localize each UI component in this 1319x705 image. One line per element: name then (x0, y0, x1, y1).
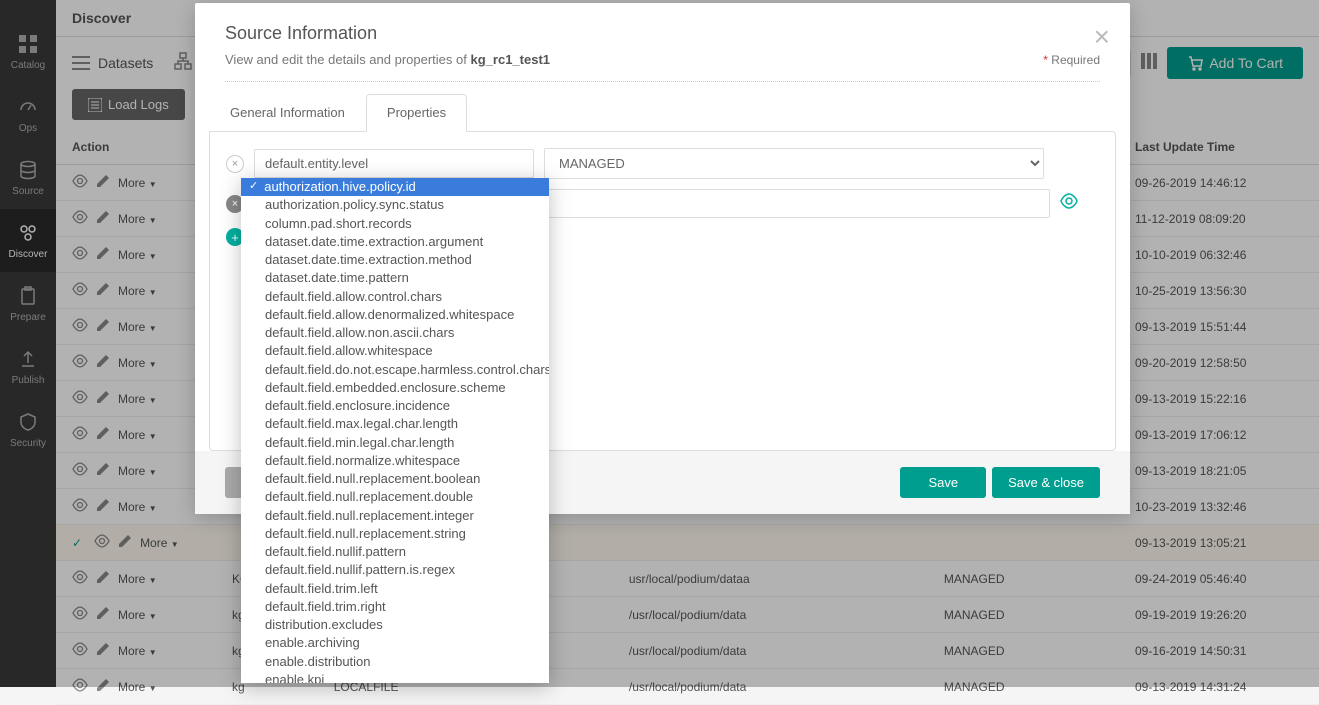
dropdown-item[interactable]: default.field.nullif.pattern (241, 543, 549, 561)
dropdown-item[interactable]: ✓authorization.hive.policy.id (241, 178, 549, 196)
dropdown-item[interactable]: dataset.date.time.pattern (241, 269, 549, 287)
dropdown-item[interactable]: default.field.trim.left (241, 580, 549, 598)
property-key-input[interactable] (254, 149, 534, 178)
dropdown-item[interactable]: enable.archiving (241, 634, 549, 652)
close-icon[interactable]: × (1094, 23, 1110, 51)
remove-button[interactable]: × (226, 155, 244, 173)
dropdown-item[interactable]: default.field.allow.control.chars (241, 288, 549, 306)
required-label: * Required (1043, 53, 1100, 67)
modal-tabs: General Information Properties (195, 94, 1130, 131)
dropdown-item[interactable]: default.field.null.replacement.string (241, 525, 549, 543)
dropdown-item[interactable]: default.field.do.not.escape.harmless.con… (241, 361, 549, 379)
dropdown-item[interactable]: default.field.normalize.whitespace (241, 452, 549, 470)
dropdown-item[interactable]: default.field.embedded.enclosure.scheme (241, 379, 549, 397)
tab-properties[interactable]: Properties (366, 94, 467, 132)
save-button[interactable]: Save (900, 467, 986, 498)
dropdown-item[interactable]: default.field.null.replacement.integer (241, 507, 549, 525)
property-row: × MANAGED (226, 148, 1099, 179)
dropdown-item[interactable]: default.field.nullif.pattern.is.regex (241, 561, 549, 579)
dropdown-item[interactable]: enable.kpi (241, 671, 549, 683)
dropdown-item[interactable]: default.field.null.replacement.double (241, 488, 549, 506)
check-icon: ✓ (249, 180, 258, 194)
dropdown-item[interactable]: default.field.max.legal.char.length (241, 415, 549, 433)
dropdown-item[interactable]: column.pad.short.records (241, 215, 549, 233)
property-dropdown: ✓authorization.hive.policy.idauthorizati… (241, 178, 549, 683)
dropdown-item[interactable]: authorization.policy.sync.status (241, 196, 549, 214)
property-value-select[interactable]: MANAGED (544, 148, 1044, 179)
dropdown-item[interactable]: default.field.allow.denormalized.whitesp… (241, 306, 549, 324)
dropdown-item[interactable]: default.field.allow.non.ascii.chars (241, 324, 549, 342)
eye-icon[interactable] (1060, 192, 1078, 215)
dropdown-item[interactable]: distribution.excludes (241, 616, 549, 634)
dropdown-item[interactable]: default.field.min.legal.char.length (241, 434, 549, 452)
modal-subtitle: View and edit the details and properties… (225, 52, 1100, 67)
save-close-button[interactable]: Save & close (992, 467, 1100, 498)
dropdown-item[interactable]: default.field.allow.whitespace (241, 342, 549, 360)
dropdown-item[interactable]: default.field.trim.right (241, 598, 549, 616)
dropdown-item[interactable]: dataset.date.time.extraction.method (241, 251, 549, 269)
dropdown-item[interactable]: dataset.date.time.extraction.argument (241, 233, 549, 251)
tab-general[interactable]: General Information (209, 94, 366, 131)
dropdown-item[interactable]: enable.distribution (241, 653, 549, 671)
dropdown-item[interactable]: default.field.enclosure.incidence (241, 397, 549, 415)
dropdown-item[interactable]: default.field.null.replacement.boolean (241, 470, 549, 488)
modal-title: Source Information (225, 23, 1100, 44)
modal-header: Source Information View and edit the det… (195, 3, 1130, 81)
